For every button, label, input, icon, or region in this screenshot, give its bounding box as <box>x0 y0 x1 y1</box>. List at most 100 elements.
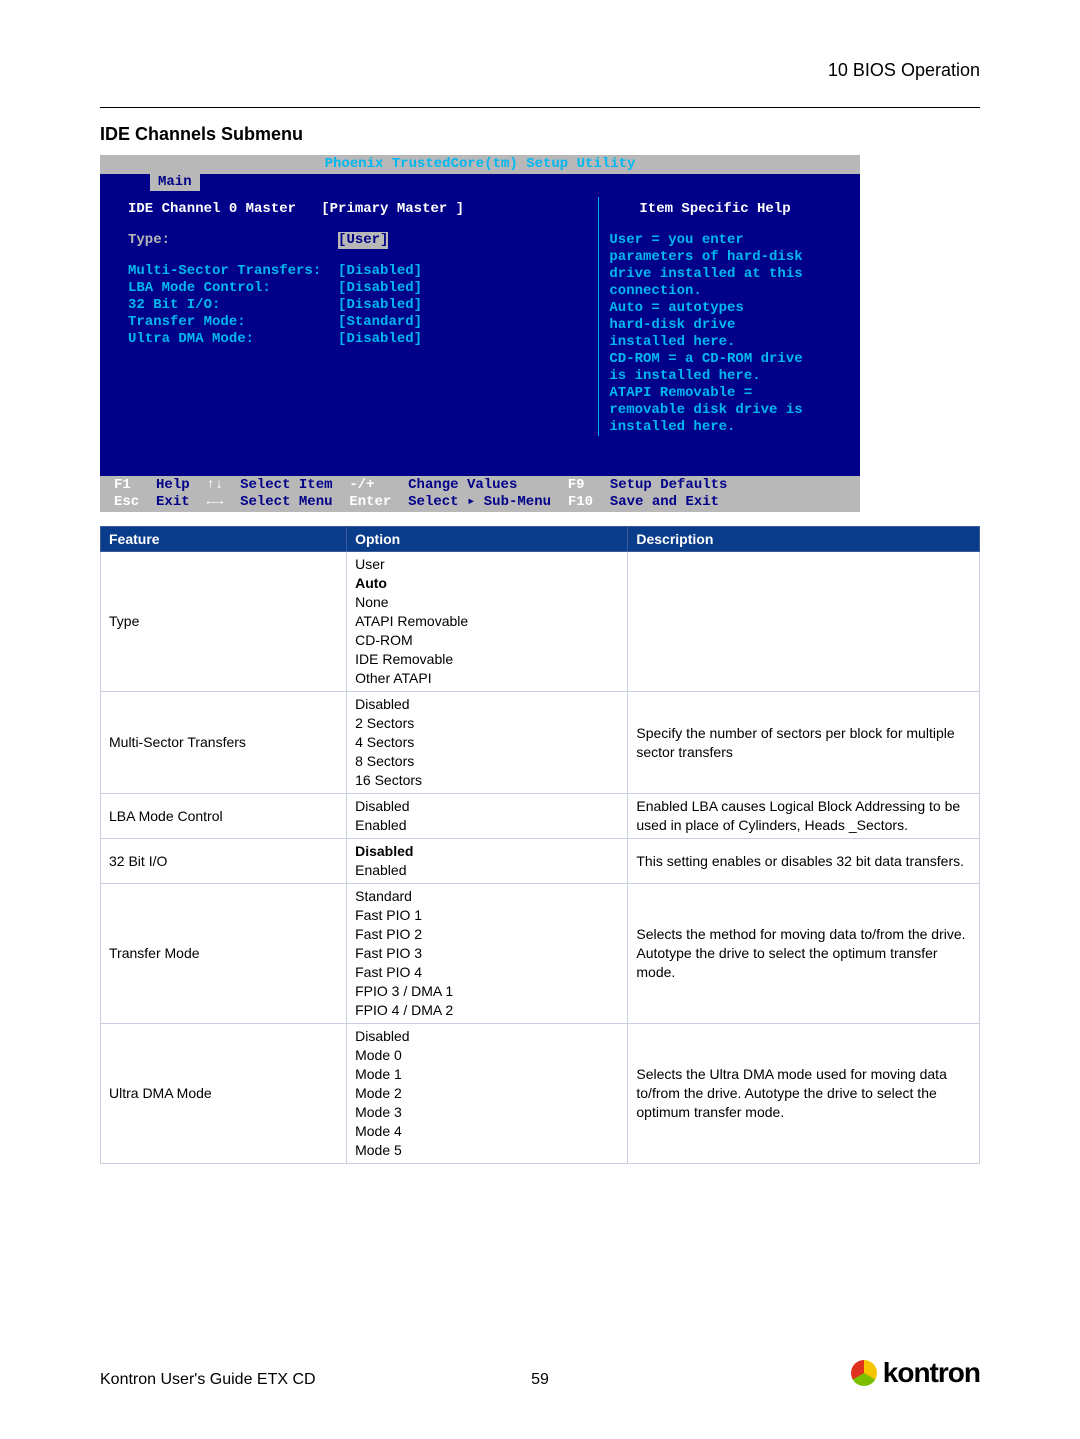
bios-tab-main[interactable]: Main <box>150 174 200 191</box>
bios-field-row[interactable]: Transfer Mode: [Standard] <box>128 314 590 331</box>
bios-title-bar: Phoenix TrustedCore(tm) Setup Utility <box>100 155 860 174</box>
option-value: 4 Sectors <box>355 733 619 752</box>
bios-field-row[interactable]: 32 Bit I/O: [Disabled] <box>128 297 590 314</box>
cell-option: DisabledEnabled <box>347 839 628 884</box>
cell-option: Disabled2 Sectors4 Sectors8 Sectors16 Se… <box>347 692 628 794</box>
bios-field-value[interactable]: [Standard] <box>338 314 422 331</box>
section-title: IDE Channels Submenu <box>100 124 980 145</box>
bios-field-label: Transfer Mode: <box>128 314 338 330</box>
bios-help-line: connection. <box>609 283 848 300</box>
bios-help-text: User = you enterparameters of hard-diskd… <box>609 232 848 436</box>
bios-help-line: hard-disk drive <box>609 317 848 334</box>
horizontal-rule <box>100 107 980 108</box>
option-value: 16 Sectors <box>355 771 619 790</box>
bios-field-label: Type: <box>128 232 338 248</box>
bios-help-line: is installed here. <box>609 368 848 385</box>
cell-description: This setting enables or disables 32 bit … <box>628 839 980 884</box>
bios-field-row[interactable]: Ultra DMA Mode: [Disabled] <box>128 331 590 348</box>
bios-field-label: 32 Bit I/O: <box>128 297 338 313</box>
option-value: Disabled <box>355 695 619 714</box>
option-value: Disabled <box>355 842 619 861</box>
cell-feature: Transfer Mode <box>101 884 347 1024</box>
option-value: Disabled <box>355 797 619 816</box>
bios-field-value[interactable]: [User] <box>338 232 388 249</box>
cell-feature: 32 Bit I/O <box>101 839 347 884</box>
option-value: User <box>355 555 619 574</box>
cell-description: Selects the Ultra DMA mode used for movi… <box>628 1024 980 1164</box>
bios-help-line: removable disk drive is <box>609 402 848 419</box>
bios-panel-heading: IDE Channel 0 Master [Primary Master ] <box>128 197 590 218</box>
footer-page-number: 59 <box>100 1371 980 1389</box>
bios-help-line: Auto = autotypes <box>609 300 848 317</box>
cell-feature: Type <box>101 552 347 692</box>
option-value: 8 Sectors <box>355 752 619 771</box>
table-row: Transfer ModeStandardFast PIO 1Fast PIO … <box>101 884 980 1024</box>
cell-feature: Ultra DMA Mode <box>101 1024 347 1164</box>
bios-field-value[interactable]: [Disabled] <box>338 263 422 280</box>
table-row: 32 Bit I/ODisabledEnabledThis setting en… <box>101 839 980 884</box>
bios-help-line: CD-ROM = a CD-ROM drive <box>609 351 848 368</box>
bios-field-row[interactable]: LBA Mode Control: [Disabled] <box>128 280 590 297</box>
table-row: TypeUserAutoNoneATAPI RemovableCD-ROMIDE… <box>101 552 980 692</box>
col-description: Description <box>628 527 980 552</box>
cell-description: Enabled LBA causes Logical Block Address… <box>628 794 980 839</box>
bios-help-line: drive installed at this <box>609 266 848 283</box>
option-value: Mode 0 <box>355 1046 619 1065</box>
option-value: Enabled <box>355 861 619 880</box>
option-value: CD-ROM <box>355 631 619 650</box>
cell-feature: Multi-Sector Transfers <box>101 692 347 794</box>
page-footer: Kontron User's Guide ETX CD 59 kontron <box>100 1357 980 1389</box>
bios-help-line: installed here. <box>609 334 848 351</box>
bios-help-heading: Item Specific Help <box>609 197 848 218</box>
bios-field-value[interactable]: [Disabled] <box>338 331 422 348</box>
option-value: Fast PIO 2 <box>355 925 619 944</box>
chapter-heading: 10 BIOS Operation <box>100 60 980 81</box>
table-header-row: Feature Option Description <box>101 527 980 552</box>
bios-field-row[interactable]: Type: [User] <box>128 232 590 249</box>
col-feature: Feature <box>101 527 347 552</box>
option-value: Mode 1 <box>355 1065 619 1084</box>
option-value: Mode 4 <box>355 1122 619 1141</box>
bios-field-label: Ultra DMA Mode: <box>128 331 338 347</box>
table-row: LBA Mode ControlDisabledEnabledEnabled L… <box>101 794 980 839</box>
cell-option: UserAutoNoneATAPI RemovableCD-ROMIDE Rem… <box>347 552 628 692</box>
option-value: Standard <box>355 887 619 906</box>
option-value: IDE Removable <box>355 650 619 669</box>
option-value: Mode 5 <box>355 1141 619 1160</box>
option-value: 2 Sectors <box>355 714 619 733</box>
bios-footer-bar: F1 Help ↑↓ Select Item -/+ Change Values… <box>100 476 860 512</box>
option-value: FPIO 3 / DMA 1 <box>355 982 619 1001</box>
table-row: Ultra DMA ModeDisabledMode 0Mode 1Mode 2… <box>101 1024 980 1164</box>
table-row: Multi-Sector TransfersDisabled2 Sectors4… <box>101 692 980 794</box>
option-value: Mode 3 <box>355 1103 619 1122</box>
bios-help-line: ATAPI Removable = <box>609 385 848 402</box>
cell-option: StandardFast PIO 1Fast PIO 2Fast PIO 3Fa… <box>347 884 628 1024</box>
option-value: Mode 2 <box>355 1084 619 1103</box>
option-value: Auto <box>355 574 619 593</box>
option-value: FPIO 4 / DMA 2 <box>355 1001 619 1020</box>
bios-help-line: installed here. <box>609 419 848 436</box>
bios-help-line: parameters of hard-disk <box>609 249 848 266</box>
bios-field-value[interactable]: [Disabled] <box>338 280 422 297</box>
cell-feature: LBA Mode Control <box>101 794 347 839</box>
bios-help-line: User = you enter <box>609 232 848 249</box>
cell-description: Selects the method for moving data to/fr… <box>628 884 980 1024</box>
col-option: Option <box>347 527 628 552</box>
bios-field-row[interactable]: Multi-Sector Transfers: [Disabled] <box>128 263 590 280</box>
feature-table: Feature Option Description TypeUserAutoN… <box>100 526 980 1164</box>
option-value: Disabled <box>355 1027 619 1046</box>
option-value: None <box>355 593 619 612</box>
cell-option: DisabledEnabled <box>347 794 628 839</box>
option-value: Enabled <box>355 816 619 835</box>
cell-description <box>628 552 980 692</box>
bios-field-value[interactable]: [Disabled] <box>338 297 422 314</box>
bios-field-label: Multi-Sector Transfers: <box>128 263 338 279</box>
option-value: Fast PIO 1 <box>355 906 619 925</box>
option-value: Fast PIO 3 <box>355 944 619 963</box>
bios-field-label: LBA Mode Control: <box>128 280 338 296</box>
option-value: Fast PIO 4 <box>355 963 619 982</box>
bios-tab-bar: Main <box>100 174 860 191</box>
cell-option: DisabledMode 0Mode 1Mode 2Mode 3Mode 4Mo… <box>347 1024 628 1164</box>
bios-screenshot: Phoenix TrustedCore(tm) Setup Utility Ma… <box>100 155 860 512</box>
option-value: ATAPI Removable <box>355 612 619 631</box>
